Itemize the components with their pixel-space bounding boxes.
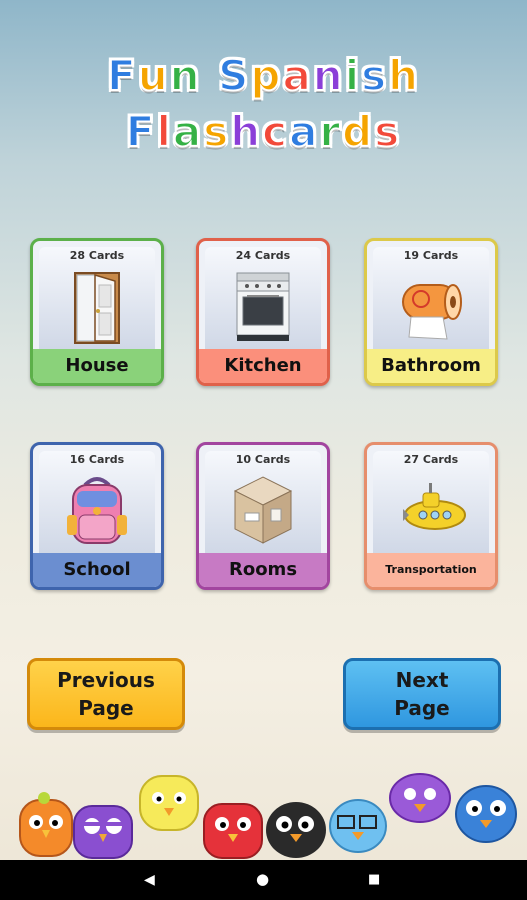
title-letter: h	[229, 106, 263, 157]
title-letter: s	[373, 106, 402, 157]
title-letter: d	[341, 106, 375, 157]
toilet-paper-icon	[402, 284, 462, 340]
door-icon	[74, 272, 120, 344]
card-count: 16 Cards	[69, 453, 125, 466]
red-bird-icon	[203, 803, 263, 859]
title-letter: a	[281, 50, 313, 101]
purple-bird-icon	[389, 773, 451, 823]
recents-button[interactable]: ■	[368, 872, 380, 887]
stove-icon	[236, 272, 290, 341]
category-card-school[interactable]: 16 Cards School	[30, 442, 164, 590]
submarine-icon	[403, 483, 466, 530]
title-letter: i	[344, 50, 362, 101]
title-letter: l	[155, 106, 173, 157]
card-label: Kitchen	[199, 349, 327, 383]
card-label: Transportation	[367, 553, 495, 587]
title-letter: h	[387, 50, 421, 101]
app-title: Fun Spanish Flashcards	[0, 48, 527, 160]
title-letter: a	[172, 106, 204, 157]
next-page-label: Next Page	[394, 668, 450, 720]
card-label: School	[33, 553, 161, 587]
title-letter: n	[312, 50, 345, 101]
previous-page-button[interactable]: Previous Page	[27, 658, 185, 730]
bird-characters-row	[19, 773, 517, 859]
title-line-2: Flashcards	[0, 104, 527, 160]
category-card-kitchen[interactable]: 24 Cards Kitchen	[196, 238, 330, 386]
title-letter: c	[261, 106, 290, 157]
title-letter: a	[288, 106, 320, 157]
title-letter: r	[318, 106, 343, 157]
card-label: Rooms	[199, 553, 327, 587]
title-letter: s	[360, 50, 389, 101]
back-button[interactable]: ◀	[144, 872, 155, 888]
yellow-bird-icon	[139, 775, 199, 831]
title-letter: n	[169, 50, 202, 101]
blue-bird-glasses-icon	[329, 799, 387, 853]
purple-owl-icon	[73, 805, 133, 859]
orange-bird-icon	[19, 792, 73, 857]
card-count: 27 Cards	[403, 453, 459, 466]
category-card-rooms[interactable]: 10 Cards Rooms	[196, 442, 330, 590]
title-letter: u	[137, 50, 170, 101]
title-letter: S	[217, 50, 251, 101]
card-label: House	[33, 349, 161, 383]
previous-page-label: Previous Page	[57, 668, 155, 720]
title-letter: p	[249, 50, 283, 101]
category-card-house[interactable]: 28 Cards House	[30, 238, 164, 386]
home-button[interactable]: ●	[256, 870, 269, 888]
card-count: 19 Cards	[403, 249, 459, 262]
card-label: Bathroom	[367, 349, 495, 383]
title-line-1: Fun Spanish	[0, 48, 527, 104]
next-page-button[interactable]: Next Page	[343, 658, 501, 730]
backpack-icon	[67, 477, 127, 544]
title-letter	[202, 48, 219, 104]
category-card-transportation[interactable]: 27 Cards Transportation	[364, 442, 498, 590]
black-bird-icon	[266, 802, 326, 858]
category-card-bathroom[interactable]: 19 Cards Bathroom	[364, 238, 498, 386]
blue-bird-icon	[455, 785, 517, 843]
card-count: 28 Cards	[69, 249, 125, 262]
title-letter: F	[125, 106, 157, 157]
card-count: 10 Cards	[235, 453, 291, 466]
card-count: 24 Cards	[235, 249, 291, 262]
title-letter: s	[202, 106, 231, 157]
title-letter: F	[106, 50, 138, 101]
room-icon	[233, 476, 293, 544]
system-nav-bar: ◀ ● ■	[0, 860, 527, 900]
